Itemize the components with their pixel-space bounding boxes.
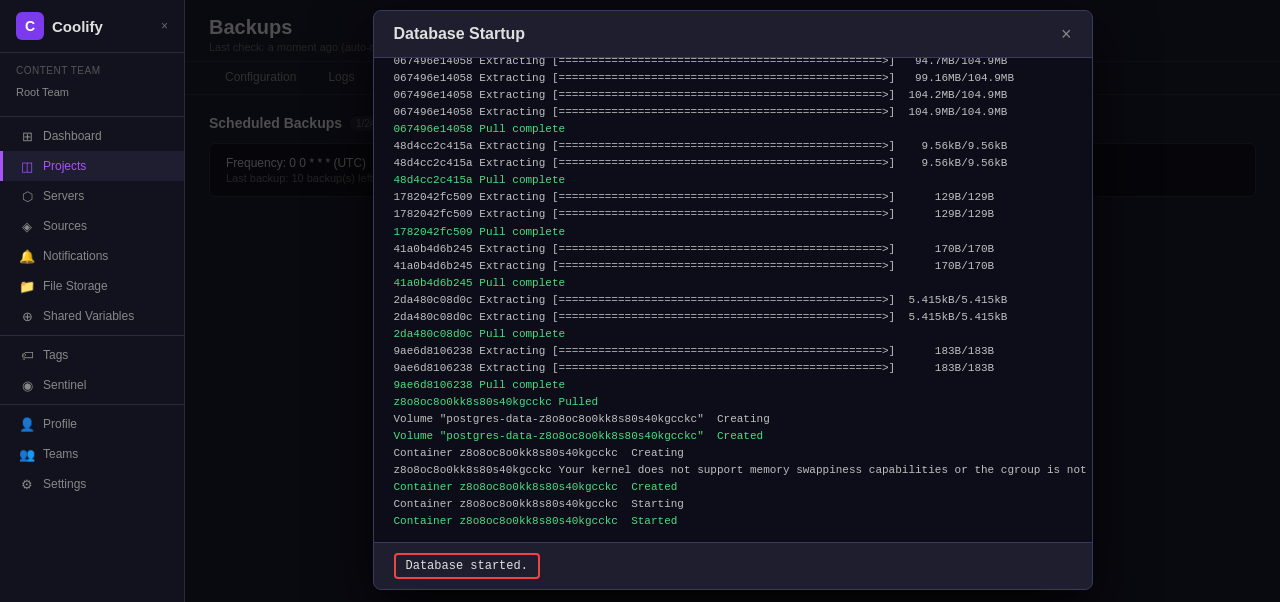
sidebar-item-dashboard[interactable]: ⊞ Dashboard: [0, 121, 184, 151]
sidebar-item-shared-variables[interactable]: ⊕ Shared Variables: [0, 301, 184, 331]
sidebar-item-label: Sources: [43, 219, 87, 233]
file-storage-icon: 📁: [19, 278, 35, 294]
notifications-icon: 🔔: [19, 248, 35, 264]
sidebar-section-label: Content Team: [0, 61, 184, 80]
sidebar-item-sentinel[interactable]: ◉ Sentinel: [0, 370, 184, 400]
sidebar-divider-3: [0, 404, 184, 405]
dashboard-icon: ⊞: [19, 128, 35, 144]
settings-icon: ⚙: [19, 476, 35, 492]
sidebar-item-label: File Storage: [43, 279, 108, 293]
sidebar-item-label: Teams: [43, 447, 78, 461]
sidebar-item-teams[interactable]: 👥 Teams: [0, 439, 184, 469]
modal-log-output[interactable]: 067496e14058 Extracting [===============…: [374, 58, 1092, 542]
sidebar-item-label: Servers: [43, 189, 84, 203]
sidebar-close-button[interactable]: ×: [161, 19, 168, 33]
sidebar-item-tags[interactable]: 🏷 Tags: [0, 340, 184, 370]
database-started-badge: Database started.: [394, 553, 540, 579]
sidebar-item-label: Notifications: [43, 249, 108, 263]
sidebar-item-projects[interactable]: ◫ Projects: [0, 151, 184, 181]
sidebar-item-profile[interactable]: 👤 Profile: [0, 409, 184, 439]
sidebar-item-servers[interactable]: ⬡ Servers: [0, 181, 184, 211]
servers-icon: ⬡: [19, 188, 35, 204]
sidebar-item-file-storage[interactable]: 📁 File Storage: [0, 271, 184, 301]
sidebar-logo: C Coolify ×: [0, 0, 184, 53]
profile-icon: 👤: [19, 416, 35, 432]
database-startup-modal: Database Startup × 067496e14058 Extracti…: [373, 10, 1093, 590]
modal-close-button[interactable]: ×: [1061, 25, 1072, 43]
sidebar-team-section: Content Team Root Team: [0, 53, 184, 112]
sidebar-item-label: Sentinel: [43, 378, 86, 392]
sidebar-divider: [0, 116, 184, 117]
sidebar-item-label: Tags: [43, 348, 68, 362]
teams-icon: 👥: [19, 446, 35, 462]
modal-footer: Database started.: [374, 542, 1092, 589]
sidebar-item-sources[interactable]: ◈ Sources: [0, 211, 184, 241]
sidebar-item-label: Projects: [43, 159, 86, 173]
sidebar-item-settings[interactable]: ⚙ Settings: [0, 469, 184, 499]
sentinel-icon: ◉: [19, 377, 35, 393]
sidebar-item-label: Settings: [43, 477, 86, 491]
tags-icon: 🏷: [19, 347, 35, 363]
sidebar-divider-2: [0, 335, 184, 336]
sidebar-team-name: Root Team: [0, 80, 184, 104]
sources-icon: ◈: [19, 218, 35, 234]
projects-icon: ◫: [19, 158, 35, 174]
sidebar-item-label: Profile: [43, 417, 77, 431]
modal-header: Database Startup ×: [374, 11, 1092, 58]
sidebar-item-notifications[interactable]: 🔔 Notifications: [0, 241, 184, 271]
sidebar-item-label: Dashboard: [43, 129, 102, 143]
modal-title: Database Startup: [394, 25, 526, 43]
modal-overlay: Database Startup × 067496e14058 Extracti…: [185, 0, 1280, 602]
main-content-area: Backups Last check: a moment ago (auto-r…: [185, 0, 1280, 602]
app-logo-text: Coolify: [52, 18, 103, 35]
shared-variables-icon: ⊕: [19, 308, 35, 324]
sidebar: C Coolify × Content Team Root Team ⊞ Das…: [0, 0, 185, 602]
sidebar-item-label: Shared Variables: [43, 309, 134, 323]
app-logo-icon: C: [16, 12, 44, 40]
